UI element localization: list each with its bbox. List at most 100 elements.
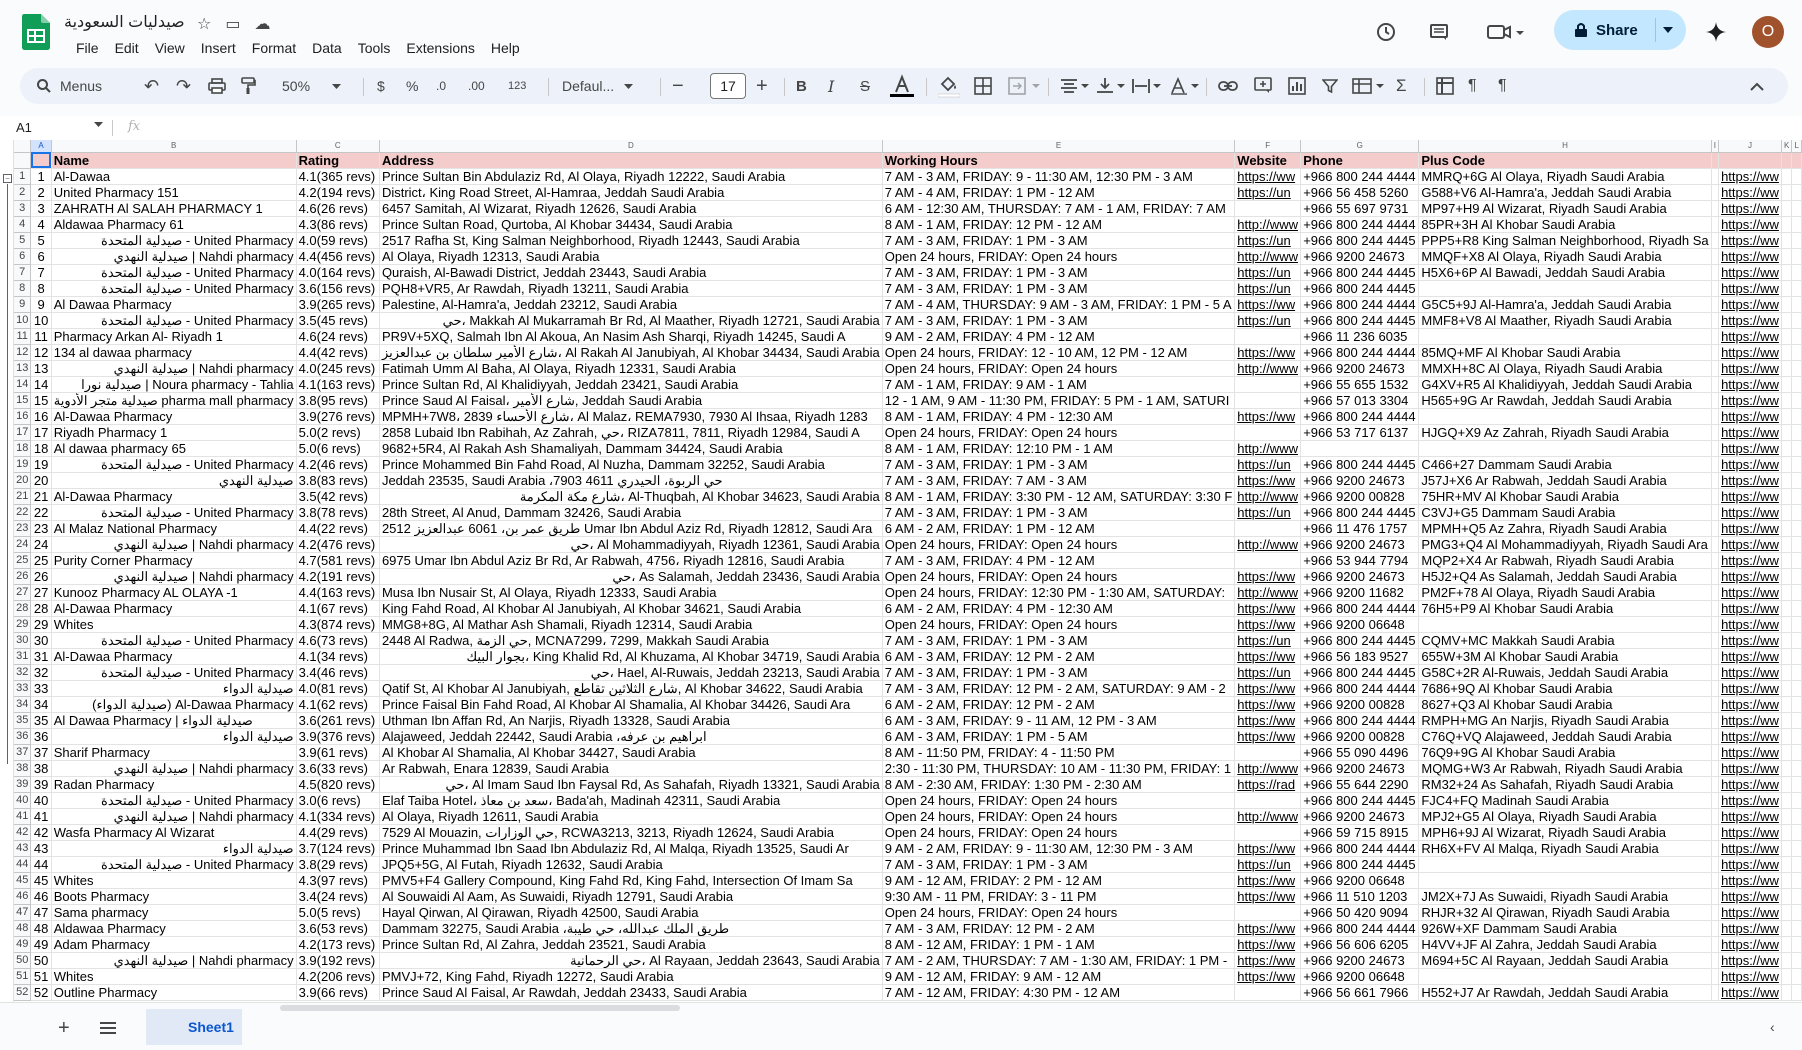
cell-working-hours[interactable]: 7 AM - 3 AM, FRIDAY: 1 PM - 3 AM <box>882 456 1236 473</box>
cell-phone[interactable]: +966 9200 06648 <box>1300 872 1420 889</box>
cell-working-hours[interactable]: 7 AM - 4 AM, THURSDAY: 9 AM - 3 AM, FRID… <box>882 296 1236 313</box>
cell-empty[interactable] <box>1711 376 1720 393</box>
cell-address[interactable]: Elaf Taiba Hotel، سعد بن معاذ، Bada'ah, … <box>379 792 883 809</box>
cell-working-hours[interactable]: 9 AM - 12 AM, FRIDAY: 2 PM - 12 AM <box>882 872 1236 889</box>
cell-rating[interactable]: 4.0(59 revs) <box>296 232 380 249</box>
cell-phone[interactable]: +966 9200 24673 <box>1300 568 1420 585</box>
cell-empty[interactable] <box>1781 968 1793 985</box>
cell-name[interactable]: Al Dawaa Pharmacy | صيدلية الدواء <box>51 712 297 729</box>
cell-id[interactable]: 2 <box>30 184 52 201</box>
cell-website[interactable]: https://un <box>1234 280 1302 297</box>
cell-empty[interactable] <box>1781 600 1793 617</box>
cell-empty[interactable] <box>1791 840 1802 857</box>
cell-website[interactable]: http://www <box>1234 248 1302 265</box>
cell-rating[interactable]: 3.9(192 revs) <box>296 952 380 969</box>
cell-working-hours[interactable]: 9 AM - 2 AM, FRIDAY: 9 - 11:30 AM, 12:30… <box>882 840 1236 857</box>
cell-address[interactable]: شارع الأمير سلطان بن عبدالعزيز، Al Rakah… <box>379 344 883 361</box>
cell-website[interactable] <box>1234 200 1302 217</box>
cell-phone[interactable]: +966 800 244 4444 <box>1300 712 1420 729</box>
cell-working-hours[interactable]: 7 AM - 3 AM, FRIDAY: 12 PM - 2 AM, SATUR… <box>882 680 1236 697</box>
cell-working-hours[interactable]: 6 AM - 3 AM, FRIDAY: 12 PM - 2 AM <box>882 648 1236 665</box>
column-header-f[interactable]: F <box>1234 140 1302 153</box>
column-header-g[interactable]: G <box>1300 140 1420 153</box>
cell-address[interactable]: Ar Rabwah, Enara 12839, Saudi Arabia <box>379 760 883 777</box>
cell-rating[interactable]: 4.3(86 revs) <box>296 216 380 233</box>
cell-working-hours[interactable]: 8 AM - 1 AM, FRIDAY: 3:30 PM - 12 AM, SA… <box>882 488 1236 505</box>
cell-address[interactable]: 2517 Rafha St, King Salman Neighborhood,… <box>379 232 883 249</box>
cell-empty[interactable] <box>1791 984 1802 1001</box>
cell-address[interactable]: MMG8+8G, Al Mathar Ash Shamali, Riyadh 1… <box>379 616 883 633</box>
cell-phone[interactable]: +966 55 697 9731 <box>1300 200 1420 217</box>
cell-phone[interactable]: +966 9200 06648 <box>1300 616 1420 633</box>
cell-rating[interactable]: 4.2(476 revs) <box>296 536 380 553</box>
cell-id[interactable]: 4 <box>30 216 52 233</box>
cell-name[interactable]: صيدلية المتحدة - United Pharmacy <box>51 232 297 249</box>
cell-plus-code[interactable]: C3VJ+G5 Dammam Saudi Arabia <box>1418 504 1712 521</box>
cell-website[interactable]: https://ww <box>1234 648 1302 665</box>
cell-rating[interactable]: 4.3(874 revs) <box>296 616 380 633</box>
cell-phone[interactable]: +966 9200 00828 <box>1300 728 1420 745</box>
cell-working-hours[interactable]: 7 AM - 3 AM, FRIDAY: 9 - 11:30 AM, 12:30… <box>882 168 1236 185</box>
cell-phone[interactable]: +966 9200 24673 <box>1300 360 1420 377</box>
cell-id[interactable]: 34 <box>30 696 52 713</box>
cell-empty[interactable] <box>1711 168 1720 185</box>
column-header-j[interactable]: J <box>1718 140 1782 153</box>
row-header[interactable]: 28 <box>14 600 32 617</box>
cell-empty[interactable] <box>1791 504 1802 521</box>
add-sheet-icon[interactable]: + <box>58 1017 70 1040</box>
version-history-icon[interactable] <box>1372 18 1400 46</box>
row-header[interactable]: 45 <box>14 872 32 889</box>
cell-plus-code[interactable]: MPJ2+G5 Al Olaya, Riyadh Saudi Arabia <box>1418 808 1712 825</box>
cell-rating[interactable]: 4.3(97 revs) <box>296 872 380 889</box>
cell-website[interactable]: http://www <box>1234 360 1302 377</box>
cell-address[interactable]: شارع مكة المكرمة، Al-Thuqbah, Al Khobar … <box>379 488 883 505</box>
cell-empty[interactable] <box>1711 616 1720 633</box>
cell-empty[interactable] <box>1711 440 1720 457</box>
cell-empty[interactable] <box>1791 312 1802 329</box>
cell-empty[interactable] <box>1711 424 1720 441</box>
cell-link[interactable]: https://ww <box>1718 696 1782 713</box>
cell-empty[interactable] <box>1711 632 1720 649</box>
cell-link[interactable]: https://ww <box>1718 936 1782 953</box>
cell-link[interactable]: https://ww <box>1718 504 1782 521</box>
cell-rating[interactable]: 5.0(2 revs) <box>296 424 380 441</box>
cell-plus-code[interactable]: H552+J7 Ar Rawdah, Jeddah Saudi Arabia <box>1418 984 1712 1001</box>
cell-empty[interactable] <box>1791 248 1802 265</box>
cell-empty[interactable] <box>1711 760 1720 777</box>
cell-website[interactable]: https://ww <box>1234 472 1302 489</box>
cell-empty[interactable] <box>1711 696 1720 713</box>
cell-empty[interactable] <box>1791 904 1802 921</box>
cell-address[interactable]: 9682+5R4, Al Rakah Ash Shamaliyah, Damma… <box>379 440 883 457</box>
cell-working-hours[interactable]: 8 AM - 1 AM, FRIDAY: 12 PM - 12 AM <box>882 216 1236 233</box>
share-button[interactable]: Share <box>1554 10 1686 50</box>
cell-empty[interactable] <box>1711 840 1720 857</box>
row-header[interactable]: 14 <box>14 376 32 393</box>
row-header[interactable]: 49 <box>14 936 32 953</box>
row-header[interactable]: 9 <box>14 296 32 313</box>
cell-empty[interactable] <box>1781 888 1793 905</box>
cell-website[interactable] <box>1234 376 1302 393</box>
column-header-l[interactable]: L <box>1791 140 1802 153</box>
cell-plus-code[interactable] <box>1418 968 1712 985</box>
cell-plus-code[interactable] <box>1418 440 1712 457</box>
cell-name[interactable]: Sama pharmacy <box>51 904 297 921</box>
cell-link[interactable]: https://ww <box>1718 760 1782 777</box>
cell-name[interactable]: صيدلية الدواء <box>51 680 297 697</box>
cell-empty[interactable] <box>1791 760 1802 777</box>
cell-rating[interactable]: 4.6(26 revs) <box>296 200 380 217</box>
cell-name[interactable]: Pharmacy Arkan Al- Riyadh 1 <box>51 328 297 345</box>
cell-name[interactable]: Al-Dawaa Pharmacy <box>51 648 297 665</box>
cell-link[interactable]: https://ww <box>1718 232 1782 249</box>
cell-phone[interactable]: +966 800 244 4444 <box>1300 344 1420 361</box>
account-avatar[interactable]: O <box>1752 16 1784 48</box>
cell-website[interactable]: https://ww <box>1234 408 1302 425</box>
format-percent-button[interactable]: % <box>406 68 418 104</box>
cell-phone[interactable] <box>1300 440 1420 457</box>
cell-empty[interactable] <box>1711 904 1720 921</box>
cell-website[interactable]: https://ww <box>1234 952 1302 969</box>
cell-rating[interactable]: 5.0(6 revs) <box>296 440 380 457</box>
cell-plus-code[interactable]: MMQF+X8 Al Olaya, Riyadh Saudi Arabia <box>1418 248 1712 265</box>
cell-phone[interactable]: +966 57 013 3304 <box>1300 392 1420 409</box>
menu-format[interactable]: Format <box>244 38 304 58</box>
cell-phone[interactable]: +966 800 244 4444 <box>1300 840 1420 857</box>
